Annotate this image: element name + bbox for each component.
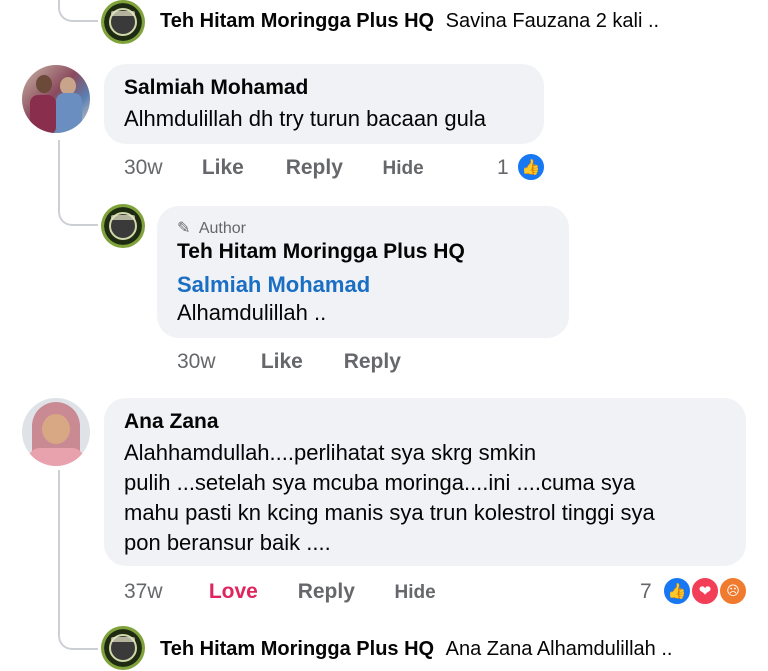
like-button[interactable]: Like bbox=[261, 350, 338, 374]
collapsed-reply[interactable]: Teh Hitam Moringga Plus HQ Ana Zana Alha… bbox=[160, 638, 672, 661]
reaction-count[interactable]: 1 bbox=[497, 156, 509, 180]
author-badge: ✎ Author bbox=[177, 218, 246, 238]
mention-link[interactable]: Salmiah Mohamad bbox=[177, 272, 370, 298]
reply-button[interactable]: Reply bbox=[344, 350, 401, 374]
collapsed-reply[interactable]: Teh Hitam Moringga Plus HQ Savina Fauzan… bbox=[160, 10, 659, 33]
comment-bubble[interactable]: Ana Zana Alahhamdullah....perlihatat sya… bbox=[104, 398, 746, 566]
reply-author: Teh Hitam Moringga Plus HQ bbox=[160, 638, 435, 660]
comment-text-line: mahu pasti kn kcing manis sya trun koles… bbox=[124, 500, 655, 525]
comment-bubble[interactable]: Salmiah Mohamad Alhmdulillah dh try turu… bbox=[104, 64, 544, 144]
reaction-count[interactable]: 7 bbox=[640, 580, 652, 604]
reply-time[interactable]: 30w bbox=[177, 350, 255, 374]
reply-preview: Savina Fauzana 2 kali .. bbox=[445, 10, 660, 32]
reply-preview: Ana Zana Alhamdulillah .. bbox=[445, 638, 673, 660]
page-avatar[interactable] bbox=[101, 204, 145, 248]
reply-author[interactable]: Teh Hitam Moringga Plus HQ bbox=[177, 240, 465, 264]
comment-text: Alahhamdullah....perlihatat sya skrg smk… bbox=[124, 438, 655, 558]
page-avatar[interactable] bbox=[101, 0, 145, 44]
user-avatar[interactable] bbox=[22, 65, 90, 133]
like-icon[interactable]: 👍 bbox=[516, 152, 546, 182]
thread-line bbox=[58, 470, 60, 620]
love-button[interactable]: Love bbox=[209, 580, 292, 604]
thread-connector bbox=[58, 190, 98, 226]
love-icon[interactable]: ❤ bbox=[690, 576, 720, 606]
comment-author[interactable]: Salmiah Mohamad bbox=[124, 76, 308, 100]
author-badge-label: Author bbox=[198, 220, 246, 237]
comment-text-line: pulih ...setelah sya mcuba moringa....in… bbox=[124, 470, 636, 495]
reply-button[interactable]: Reply bbox=[286, 156, 377, 180]
like-button[interactable]: Like bbox=[202, 156, 280, 180]
user-avatar[interactable] bbox=[22, 398, 90, 466]
thread-connector bbox=[58, 600, 98, 650]
thread-connector bbox=[58, 0, 98, 22]
reply-text: Alhamdulillah .. bbox=[177, 300, 327, 325]
page-avatar[interactable] bbox=[101, 626, 145, 670]
reply-author: Teh Hitam Moringga Plus HQ bbox=[160, 10, 435, 32]
comment-text: Alhmdulillah dh try turun bacaan gula bbox=[124, 106, 487, 131]
hide-button[interactable]: Hide bbox=[395, 582, 436, 604]
comment-text-line: pon beransur baik .... bbox=[124, 530, 331, 555]
comment-time[interactable]: 37w bbox=[124, 580, 203, 604]
comment-author[interactable]: Ana Zana bbox=[124, 410, 219, 434]
pencil-icon: ✎ bbox=[177, 220, 191, 237]
comment-time[interactable]: 30w bbox=[124, 156, 196, 180]
angry-icon[interactable]: ☹ bbox=[718, 576, 748, 606]
like-icon[interactable]: 👍 bbox=[662, 576, 692, 606]
reply-button[interactable]: Reply bbox=[298, 580, 389, 604]
comment-text-line: Alahhamdullah....perlihatat sya skrg smk… bbox=[124, 440, 537, 465]
reply-bubble[interactable]: ✎ Author Teh Hitam Moringga Plus HQ Salm… bbox=[157, 206, 569, 338]
reply-actions: 30w Like Reply bbox=[177, 350, 401, 374]
comment-actions: 30w Like Reply Hide bbox=[124, 156, 424, 180]
hide-button[interactable]: Hide bbox=[383, 158, 424, 180]
comment-actions: 37w Love Reply Hide bbox=[124, 580, 436, 604]
